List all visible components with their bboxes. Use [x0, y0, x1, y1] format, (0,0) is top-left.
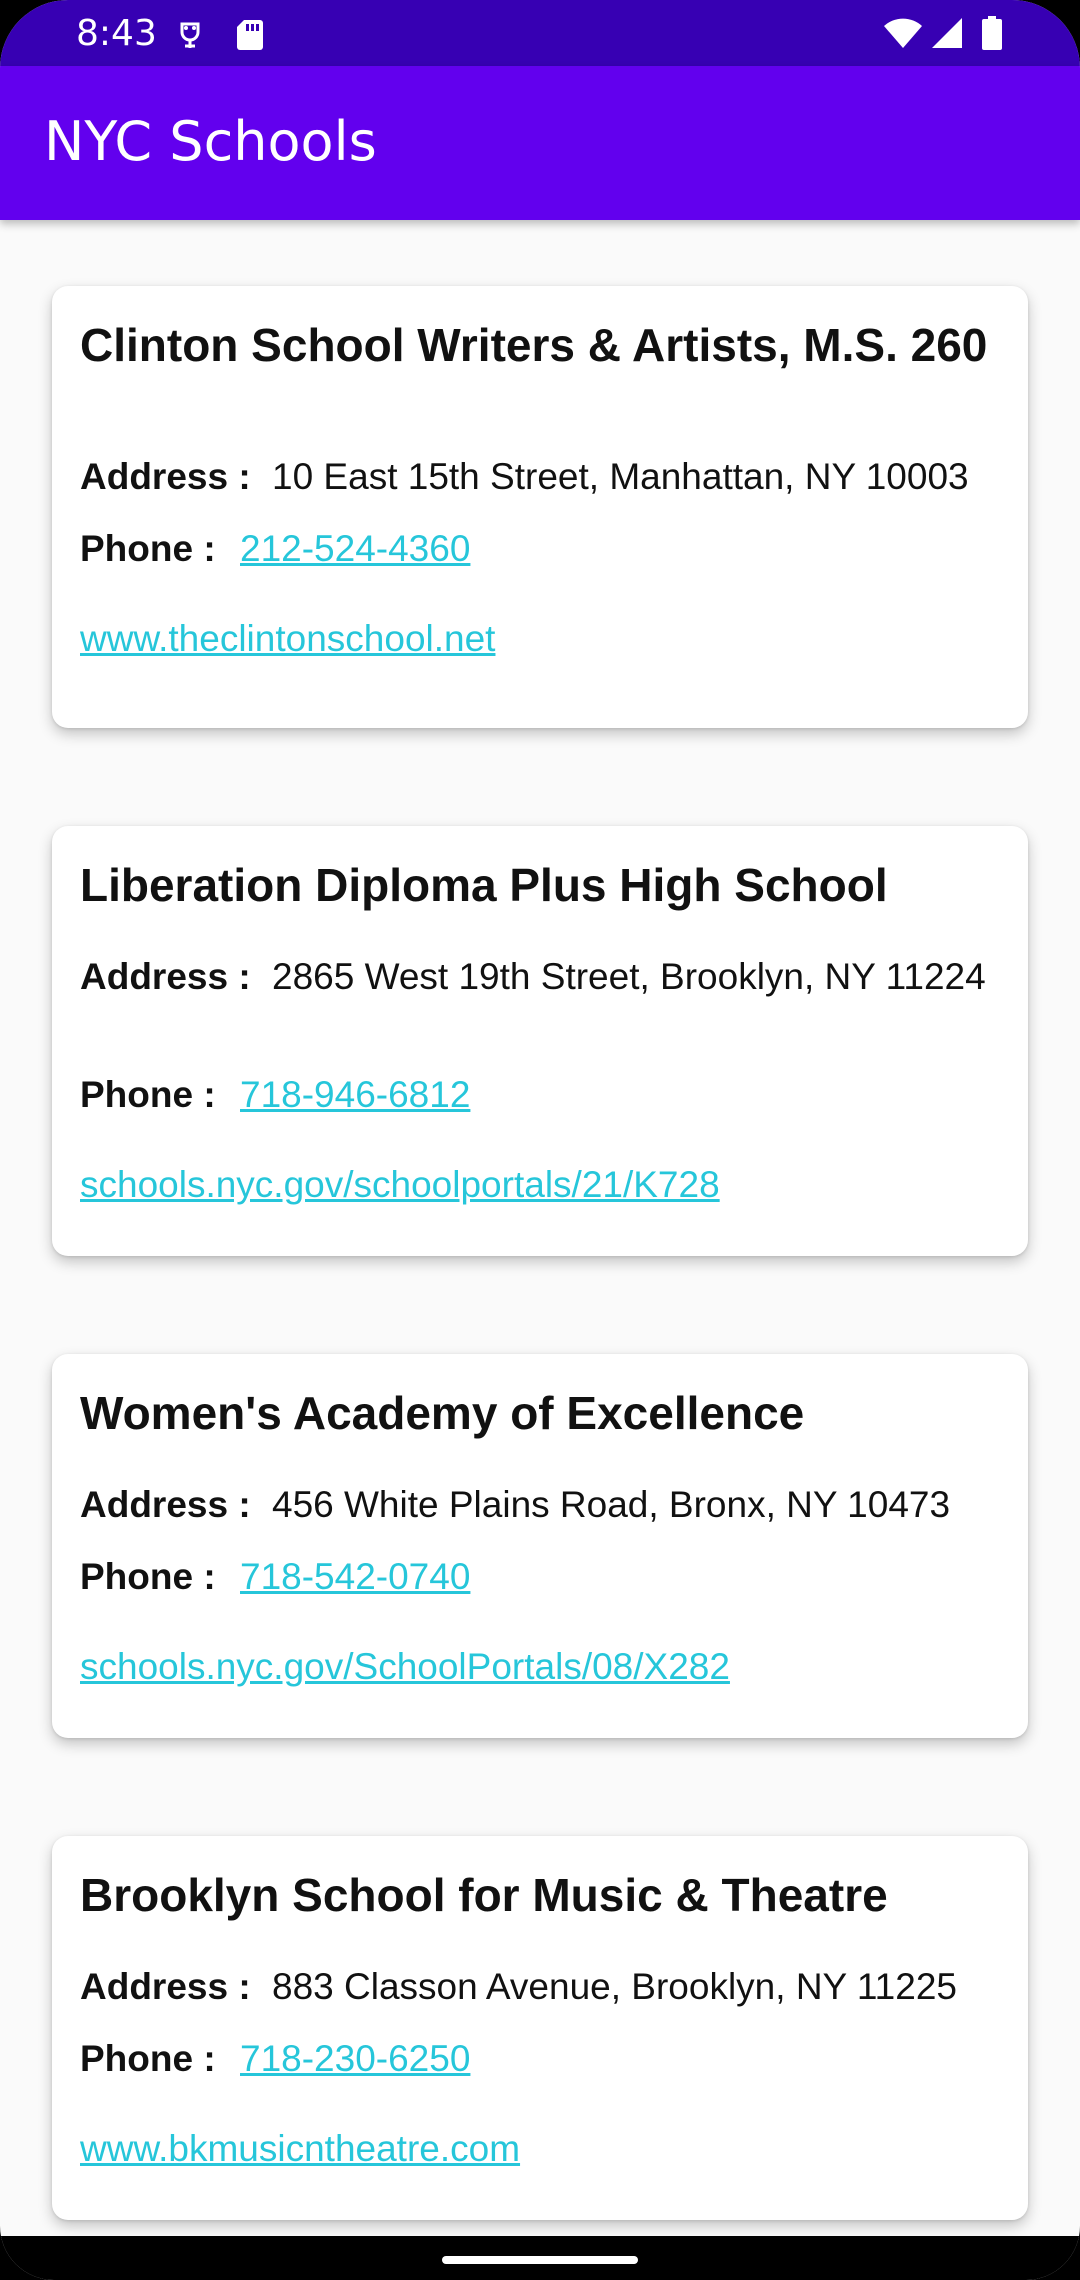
phone-link[interactable]: 718-946-6812 — [240, 1072, 470, 1118]
school-address: 10 East 15th Street, Manhattan, NY 10003 — [272, 456, 969, 497]
school-address: 456 White Plains Road, Bronx, NY 10473 — [272, 1484, 951, 1525]
school-name: Brooklyn School for Music & Theatre — [80, 1869, 888, 1921]
app-title: NYC Schools — [44, 110, 377, 173]
phone-label: Phone : — [80, 1074, 216, 1115]
school-list[interactable]: Clinton School Writers & Artists, M.S. 2… — [0, 220, 1080, 2240]
school-name: Women's Academy of Excellence — [80, 1387, 805, 1439]
phone-link[interactable]: 212-524-4360 — [240, 526, 470, 572]
wifi-icon — [882, 16, 924, 52]
usb-debug-icon — [172, 16, 208, 52]
school-name: Liberation Diploma Plus High School — [80, 859, 888, 911]
screen: 8:43 NYC Schools Clinton School Writers … — [0, 0, 1080, 2280]
sd-card-icon — [232, 16, 268, 52]
website-link[interactable]: schools.nyc.gov/schoolportals/21/K728 — [80, 1162, 720, 1208]
address-label: Address : — [80, 1966, 251, 2007]
school-card[interactable]: Women's Academy of Excellence Address : … — [52, 1354, 1028, 1738]
website-link[interactable]: www.bkmusicntheatre.com — [80, 2126, 520, 2172]
home-gesture-handle[interactable] — [442, 2256, 638, 2264]
cellular-signal-icon — [928, 16, 964, 52]
navigation-bar — [0, 2236, 1080, 2280]
phone-label: Phone : — [80, 2038, 216, 2079]
app-bar: NYC Schools — [0, 66, 1080, 220]
school-card[interactable]: Brooklyn School for Music & Theatre Addr… — [52, 1836, 1028, 2220]
school-card[interactable]: Clinton School Writers & Artists, M.S. 2… — [52, 286, 1028, 728]
phone-label: Phone : — [80, 1556, 216, 1597]
status-bar: 8:43 — [0, 0, 1080, 66]
phone-link[interactable]: 718-230-6250 — [240, 2036, 470, 2082]
address-label: Address : — [80, 1484, 251, 1525]
status-time: 8:43 — [76, 13, 157, 54]
school-card[interactable]: Liberation Diploma Plus High School Addr… — [52, 826, 1028, 1256]
school-address: 2865 West 19th Street, Brooklyn, NY 1122… — [272, 956, 986, 997]
phone-label: Phone : — [80, 528, 216, 569]
website-link[interactable]: schools.nyc.gov/SchoolPortals/08/X282 — [80, 1644, 730, 1690]
address-label: Address : — [80, 956, 251, 997]
battery-icon — [980, 16, 1004, 52]
phone-link[interactable]: 718-542-0740 — [240, 1554, 470, 1600]
school-address: 883 Classon Avenue, Brooklyn, NY 11225 — [272, 1966, 957, 2007]
website-link[interactable]: www.theclintonschool.net — [80, 616, 495, 662]
address-label: Address : — [80, 456, 251, 497]
school-name: Clinton School Writers & Artists, M.S. 2… — [80, 319, 988, 371]
